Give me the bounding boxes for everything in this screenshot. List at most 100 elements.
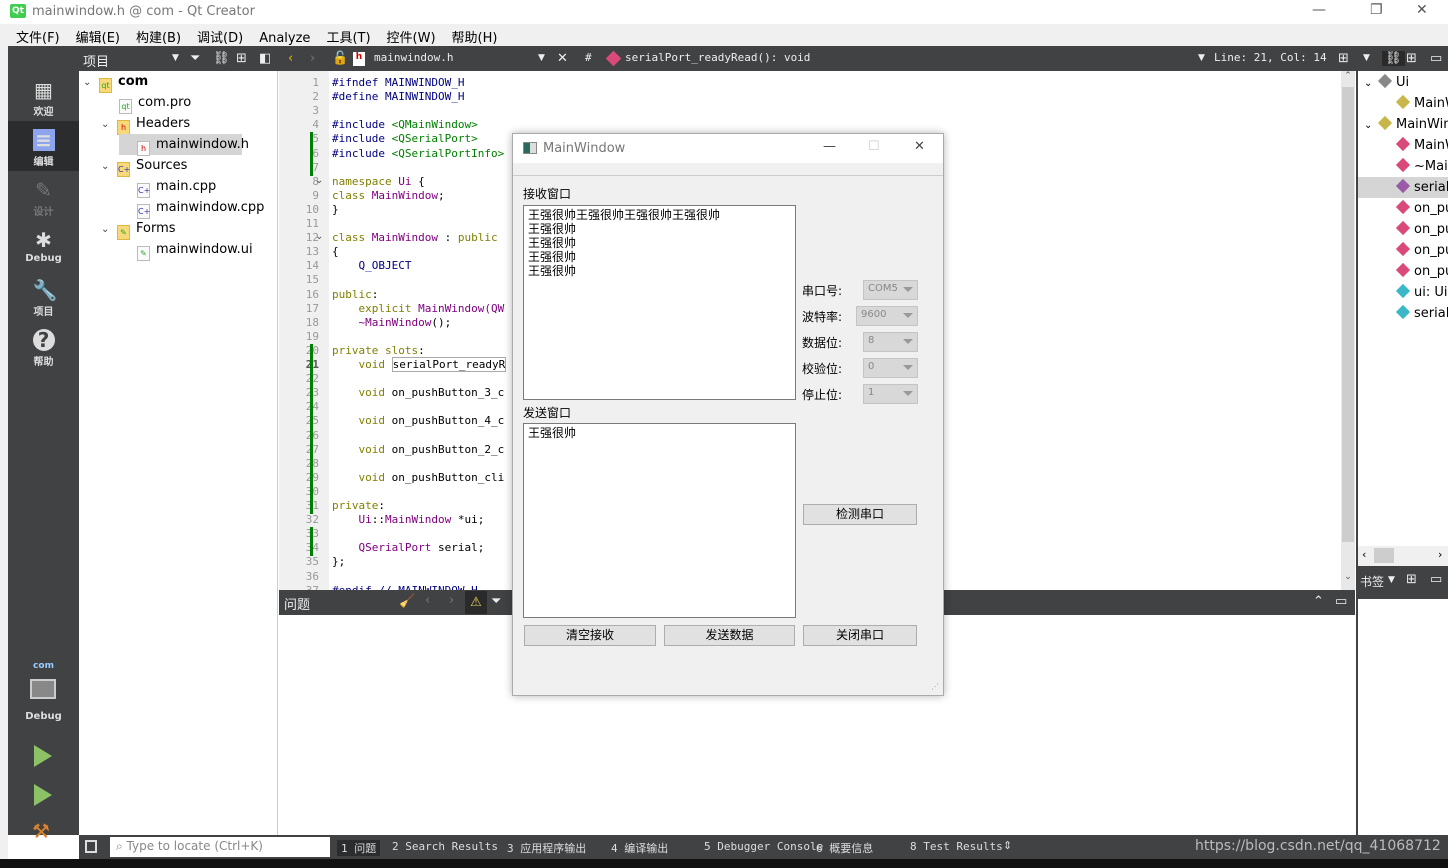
code-line[interactable]: #ifndef MAINWINDOW_H xyxy=(332,76,464,89)
output-pane-tab[interactable]: 2 Search Results xyxy=(392,840,498,853)
code-line[interactable]: void serialPort_readyR xyxy=(332,357,507,372)
run-icon[interactable] xyxy=(34,745,52,767)
outline-item[interactable]: serialPort_readyRead xyxy=(1358,177,1448,198)
chevron-down-icon[interactable]: ▼ xyxy=(1198,53,1205,63)
symbol-selector[interactable]: serialPort_readyRead(): void xyxy=(625,51,810,64)
close-sidebar-icon[interactable]: ◧ xyxy=(259,51,271,66)
warning-filter-icon[interactable]: ⚠ xyxy=(465,591,487,614)
clear-icon[interactable]: 🧹 xyxy=(399,594,415,609)
scroll-down-icon[interactable]: ⌄ xyxy=(1341,572,1355,588)
scrollbar-thumb[interactable] xyxy=(1342,87,1354,542)
split-icon[interactable]: ⊞ xyxy=(236,51,247,66)
code-line[interactable]: class MainWindow : public xyxy=(332,231,498,244)
split-icon[interactable]: ⊞ xyxy=(1406,51,1417,66)
open-document-selector[interactable]: mainwindow.h xyxy=(374,51,453,64)
split-icon[interactable]: ⊞ xyxy=(1406,572,1417,587)
scroll-right-icon[interactable]: › xyxy=(1438,548,1442,561)
tree-item[interactable]: ✎ mainwindow.ui xyxy=(119,239,253,261)
code-line[interactable]: }; xyxy=(332,555,345,568)
close-pane-icon[interactable]: ▭ xyxy=(1430,572,1442,587)
output-pane-tab[interactable]: 3 应用程序输出 xyxy=(507,840,586,856)
filter-icon[interactable]: ⏷ xyxy=(491,594,501,609)
menu-edit[interactable]: 编辑(E) xyxy=(68,24,128,46)
code-line[interactable]: ~MainWindow(); xyxy=(332,316,451,329)
code-line[interactable]: #include <QMainWindow> xyxy=(332,118,478,131)
tree-item[interactable]: C+ mainwindow.cpp xyxy=(119,197,264,219)
resize-grip-icon[interactable]: ⋰ xyxy=(931,682,939,691)
mode-grid[interactable]: ▦ 欢迎 xyxy=(8,71,79,121)
menu-debug[interactable]: 调试(D) xyxy=(189,24,251,46)
code-line[interactable]: private: xyxy=(332,499,385,512)
outline-item[interactable]: ⌄ Ui xyxy=(1358,72,1448,93)
editor-scrollbar[interactable]: ⌃ ⌄ xyxy=(1341,71,1355,590)
output-pane-tab[interactable]: 6 概要信息 xyxy=(816,840,873,856)
chevron-down-icon[interactable]: ▼ xyxy=(172,53,179,63)
scroll-up-icon[interactable]: ⌃ xyxy=(1341,71,1355,87)
cursor-position[interactable]: Line: 21, Col: 14 xyxy=(1214,51,1327,64)
chevron-down-icon[interactable]: ▼ xyxy=(1388,575,1395,585)
outline-hscrollbar[interactable]: ‹ › xyxy=(1358,546,1448,566)
tree-item[interactable]: ⌄ C+ Sources xyxy=(101,155,187,177)
setting-combobox[interactable]: 0 xyxy=(863,358,918,378)
more-panes-icon[interactable]: ⇕ xyxy=(1003,839,1012,852)
outline-item[interactable]: ui: Ui::MainWindow * xyxy=(1358,282,1448,303)
setting-combobox[interactable]: COM5 xyxy=(863,280,918,300)
tree-item[interactable]: h mainwindow.h xyxy=(119,134,249,156)
link-icon[interactable]: ⛓ xyxy=(213,51,230,66)
outline-item[interactable]: on_pushButton_2_clicked xyxy=(1358,240,1448,261)
mode-help[interactable]: ? 帮助 xyxy=(8,321,79,371)
scrollbar-thumb[interactable] xyxy=(1374,548,1394,563)
code-line[interactable]: namespace Ui { xyxy=(332,175,425,188)
prev-icon[interactable]: ‹ xyxy=(425,593,430,608)
split-icon[interactable]: ⊞ xyxy=(1338,51,1349,66)
send-textbox[interactable]: 王强很帅 xyxy=(523,423,796,618)
detect-port-button[interactable]: 检测串口 xyxy=(803,504,917,525)
next-icon[interactable]: › xyxy=(449,593,454,608)
code-line[interactable]: void on_pushButton_3_c xyxy=(332,386,504,399)
minimize-button[interactable]: — xyxy=(1312,2,1326,18)
menu-controls[interactable]: 控件(W) xyxy=(379,24,444,46)
code-line[interactable]: void on_pushButton_2_c xyxy=(332,443,504,456)
chevron-down-icon[interactable]: ⌄ xyxy=(83,72,99,93)
outline-item[interactable]: MainWindow xyxy=(1358,135,1448,156)
tree-item[interactable]: ⌄ ✎ Forms xyxy=(101,218,176,240)
outline-item[interactable]: on_pushButton_4_clicked xyxy=(1358,219,1448,240)
output-pane-tab[interactable]: 1 问题 xyxy=(337,840,381,856)
setting-combobox[interactable]: 1 xyxy=(863,384,918,404)
code-line[interactable]: void on_pushButton_cli xyxy=(332,471,504,484)
chevron-down-icon[interactable]: ⌄ xyxy=(101,114,117,135)
project-view-selector[interactable]: 项目 xyxy=(83,51,109,70)
outline-item[interactable]: on_pushButton_clicked xyxy=(1358,261,1448,282)
code-line[interactable]: #include <QSerialPort> xyxy=(332,132,478,145)
scroll-left-icon[interactable]: ‹ xyxy=(1362,548,1366,561)
forward-icon[interactable]: › xyxy=(310,51,315,66)
chevron-down-icon[interactable]: ⌄ xyxy=(101,156,117,177)
tree-item[interactable]: C+ main.cpp xyxy=(119,176,216,198)
outline-item[interactable]: MainWindow xyxy=(1358,93,1448,114)
setting-combobox[interactable]: 9600 xyxy=(856,306,918,326)
menu-tools[interactable]: 工具(T) xyxy=(318,24,378,46)
menu-help[interactable]: 帮助(H) xyxy=(444,24,506,46)
output-pane-tab[interactable]: 8 Test Results xyxy=(910,840,1003,853)
bookmarks-selector[interactable]: 书签 xyxy=(1360,573,1384,590)
chevron-down-icon[interactable]: ▼ xyxy=(1363,53,1370,63)
debug-run-icon[interactable] xyxy=(34,784,52,806)
code-line[interactable]: { xyxy=(332,245,339,258)
code-line[interactable]: Ui::MainWindow *ui; xyxy=(332,513,484,526)
code-line[interactable]: Q_OBJECT xyxy=(332,259,411,272)
chevron-down-icon[interactable]: ⌄ xyxy=(1358,115,1380,135)
menu-build[interactable]: 构建(B) xyxy=(128,24,189,46)
mode-bug[interactable]: ✱ Debug xyxy=(8,221,79,271)
clear-receive-button[interactable]: 清空接收 xyxy=(524,625,656,646)
link-icon[interactable]: ⛓ xyxy=(1382,51,1405,66)
menu-file[interactable]: 文件(F) xyxy=(8,24,68,46)
code-line[interactable]: } xyxy=(332,203,339,216)
fold-arrow-icon[interactable]: ⌄ xyxy=(315,231,323,242)
outline-item[interactable]: serial: QSerialPort xyxy=(1358,303,1448,324)
outline-item[interactable]: on_pushButton_3_clicked xyxy=(1358,198,1448,219)
code-line[interactable]: #define MAINWINDOW_H xyxy=(332,90,464,103)
tree-item[interactable]: ⌄ h Headers xyxy=(101,113,190,135)
code-line[interactable]: class MainWindow; xyxy=(332,189,445,202)
close-document-icon[interactable]: ✕ xyxy=(557,51,568,66)
build-hammer-icon[interactable]: ⚒ xyxy=(32,819,50,843)
